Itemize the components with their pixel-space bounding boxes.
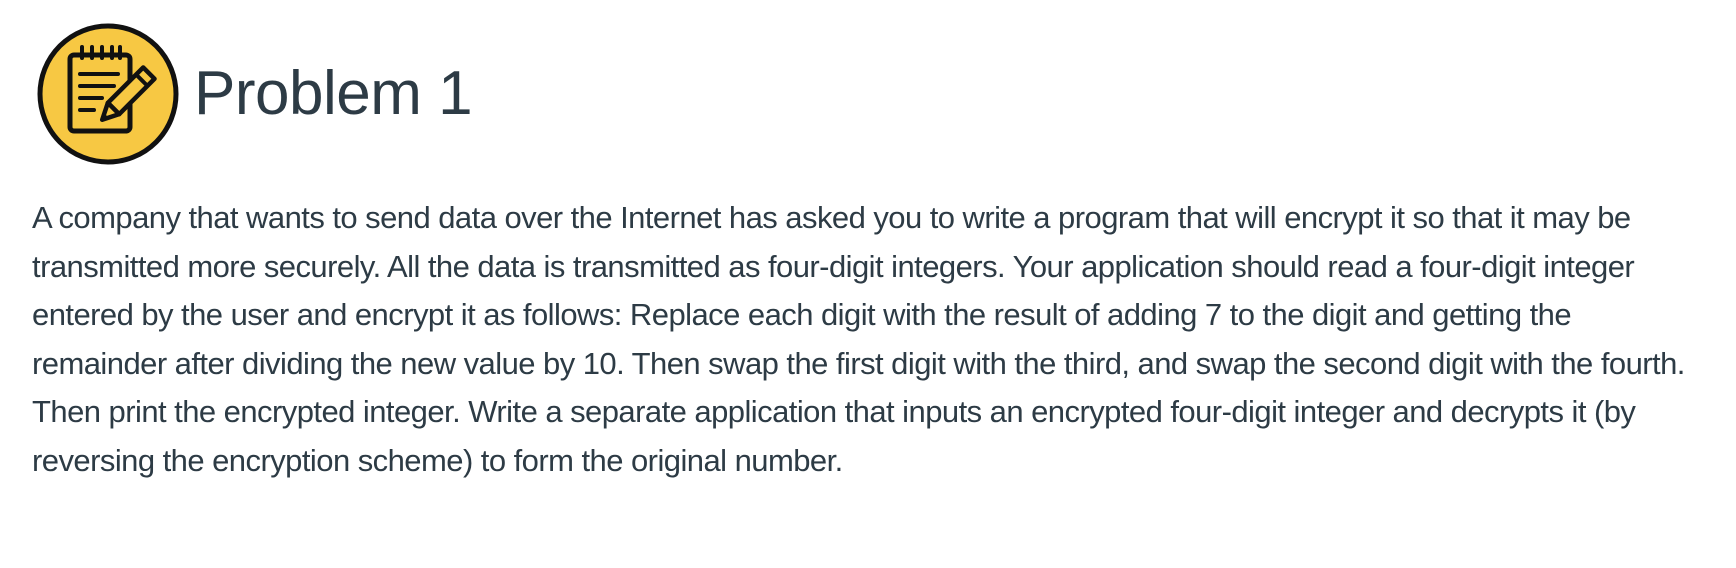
notepad-pencil-icon bbox=[36, 22, 180, 166]
problem-description: A company that wants to send data over t… bbox=[32, 200, 1685, 478]
problem-header: Problem 1 bbox=[36, 22, 473, 166]
page-title: Problem 1 bbox=[194, 59, 473, 128]
